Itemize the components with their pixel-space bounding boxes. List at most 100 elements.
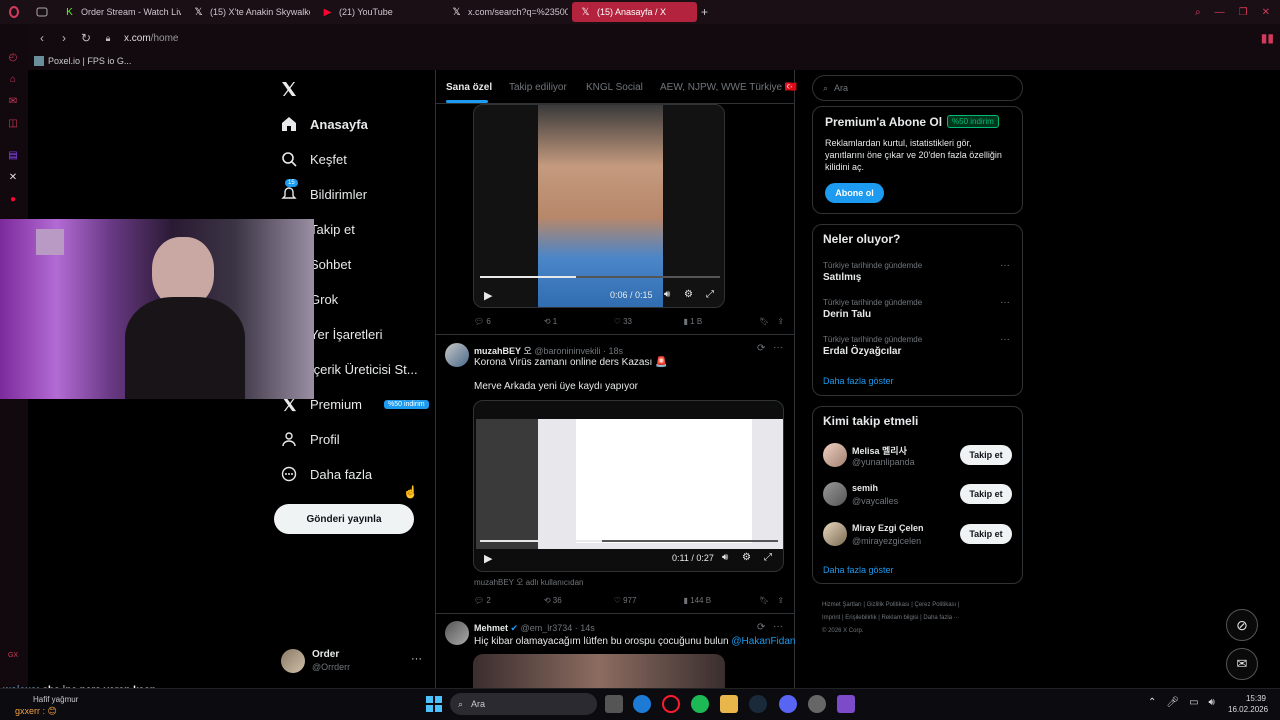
- nav-item-bell[interactable]: Bildirimler 15: [280, 179, 367, 203]
- nav-item-home[interactable]: Anasayfa: [280, 115, 368, 133]
- browser-tab[interactable]: K Order Stream - Watch Live: [56, 2, 181, 22]
- tweet2-handle[interactable]: @baronininvekili: [534, 346, 600, 356]
- twitch-icon[interactable]: ▤: [7, 150, 19, 162]
- tab-aew[interactable]: AEW, NJPW, WWE Türkiye 🇹🇷: [660, 82, 797, 93]
- spotify-icon[interactable]: [691, 695, 709, 713]
- trend-name[interactable]: Erdal Özyağcılar: [823, 346, 901, 357]
- tab-following[interactable]: Takip ediliyor: [509, 82, 567, 93]
- browser-tab[interactable]: 𝕏 (15) Anasayfa / X: [572, 2, 697, 22]
- tweet2-more-icon[interactable]: ···: [773, 342, 783, 353]
- trend-more-icon[interactable]: ···: [1000, 297, 1010, 308]
- play-icon[interactable]: ▶: [484, 552, 492, 565]
- opera-menu-icon[interactable]: [0, 6, 28, 18]
- play-icon[interactable]: ▶: [484, 289, 492, 302]
- task-view-icon[interactable]: [605, 695, 623, 713]
- taskbar-search[interactable]: ⌕ Ara: [450, 693, 597, 715]
- trend-name[interactable]: Satılmış: [823, 272, 861, 283]
- tray-chevron-icon[interactable]: ⌃: [1148, 697, 1156, 708]
- settings-icon[interactable]: ⚙: [742, 552, 751, 563]
- fullscreen-icon[interactable]: ⤢: [706, 289, 714, 300]
- nav-item-more-circle[interactable]: Daha fazla: [280, 465, 372, 483]
- views-button[interactable]: ▮ 1 B: [684, 317, 760, 326]
- footer-link[interactable]: Daha fazla ···: [923, 615, 959, 621]
- settings-icon[interactable]: ⚙: [684, 289, 693, 300]
- obs-icon[interactable]: [837, 695, 855, 713]
- forward-icon[interactable]: ›: [58, 31, 70, 45]
- tweet2-progress-track[interactable]: [480, 540, 778, 542]
- tweet2-time[interactable]: 18s: [609, 346, 624, 356]
- tweet2-video[interactable]: ▶ 0:11 / 0:27 🔊︎ ⚙ ⤢: [473, 400, 784, 572]
- follow-button[interactable]: Takip et: [960, 445, 1012, 465]
- footer-link[interactable]: Çerez Politikası: [915, 602, 957, 608]
- instagram-icon[interactable]: ◫: [7, 118, 19, 130]
- tab-manager-icon[interactable]: [28, 7, 56, 17]
- gx-corner-icon[interactable]: ◴: [7, 52, 19, 64]
- reload-icon[interactable]: ↻: [80, 31, 92, 45]
- tweet3-avatar[interactable]: [445, 621, 469, 645]
- network-icon[interactable]: ▭: [1189, 697, 1198, 708]
- browser-tab[interactable]: ▶ (21) YouTube: [314, 2, 439, 22]
- like-button[interactable]: ♡ 977: [614, 596, 684, 605]
- app-icon[interactable]: [808, 695, 826, 713]
- browser-tab[interactable]: 𝕏 (15) X'te Anakin Skywalker: [185, 2, 310, 22]
- volume-icon[interactable]: 🔊︎: [664, 289, 670, 300]
- fullscreen-icon[interactable]: ⤢: [764, 552, 772, 563]
- trend-more-icon[interactable]: ···: [1000, 260, 1010, 271]
- messages-float-icon[interactable]: ✉: [1226, 648, 1258, 680]
- trends-show-more[interactable]: Daha fazla göster: [823, 376, 894, 386]
- tab-kngl-social[interactable]: KNGL Social: [586, 82, 643, 93]
- reply-button[interactable]: 💬︎ 6: [474, 317, 544, 326]
- bookmark-icon[interactable]: 🔖︎: [759, 596, 777, 605]
- tweet2-avatar[interactable]: [445, 343, 469, 367]
- new-tab-button[interactable]: +: [701, 5, 708, 19]
- clock[interactable]: 15:39 16.02.2026: [1228, 693, 1268, 715]
- bookmark-poxel[interactable]: Poxel.io | FPS io G...: [48, 56, 131, 66]
- mention-link[interactable]: @HakanFidan: [731, 636, 795, 647]
- close-window-icon[interactable]: ✕: [1262, 7, 1270, 18]
- tab-for-you[interactable]: Sana özel: [446, 82, 492, 93]
- gx-easy-setup-icon[interactable]: ▮▮: [1261, 31, 1274, 45]
- steam-icon[interactable]: [749, 695, 767, 713]
- nav-item-search[interactable]: Keşfet: [280, 150, 347, 168]
- tweet2-credit[interactable]: muzahBEY 오 adlı kullanıcıdan: [474, 577, 584, 588]
- account-avatar[interactable]: [281, 649, 305, 673]
- account-more-icon[interactable]: ···: [411, 653, 422, 665]
- discord-icon[interactable]: [779, 695, 797, 713]
- footer-link[interactable]: Hizmet Şartları: [822, 602, 862, 608]
- search-tabs-icon[interactable]: ⌕: [1195, 7, 1201, 18]
- windows-start-icon[interactable]: [426, 696, 442, 715]
- opera-gx-icon[interactable]: [662, 695, 680, 713]
- trend-name[interactable]: Derin Talu: [823, 309, 871, 320]
- follow-button[interactable]: Takip et: [960, 484, 1012, 504]
- tweet2-name[interactable]: muzahBEY: [474, 346, 521, 356]
- share-icon[interactable]: ⇪: [777, 317, 784, 326]
- footer-link[interactable]: Gizlilik Politikası: [867, 602, 910, 608]
- post-button[interactable]: Gönderi yayınla: [274, 504, 414, 534]
- tweet1-video[interactable]: ▶ 0:06 / 0:15 🔊︎ ⚙ ⤢: [473, 104, 725, 308]
- nav-item-profile[interactable]: Profil: [280, 430, 340, 448]
- subscribe-button[interactable]: Abone ol: [825, 183, 884, 203]
- share-icon[interactable]: ⇪: [777, 596, 784, 605]
- suggest-avatar[interactable]: [823, 482, 847, 506]
- tweet3-time[interactable]: 14s: [580, 623, 595, 633]
- volume-icon[interactable]: 🔊︎: [722, 552, 728, 563]
- suggest-avatar[interactable]: [823, 522, 847, 546]
- suggest-name[interactable]: Melisa 멜리사: [852, 444, 907, 457]
- grok-icon[interactable]: ⟳: [757, 343, 765, 354]
- follow-button[interactable]: Takip et: [960, 524, 1012, 544]
- edge-icon[interactable]: [633, 695, 651, 713]
- grok-icon[interactable]: ⟳: [757, 622, 765, 633]
- gx-control-icon[interactable]: ⌂: [7, 74, 19, 86]
- retweet-button[interactable]: ⟲ 1: [544, 317, 614, 326]
- suggest-avatar[interactable]: [823, 443, 847, 467]
- minimize-icon[interactable]: —: [1215, 7, 1225, 18]
- like-button[interactable]: ♡ 33: [614, 317, 684, 326]
- tweet3-media[interactable]: [473, 654, 725, 688]
- volume-tray-icon[interactable]: 🔊︎: [1209, 697, 1215, 708]
- views-button[interactable]: ▮ 144 B: [684, 596, 760, 605]
- footer-link[interactable]: Erişilebilirlik: [845, 615, 876, 621]
- trend-more-icon[interactable]: ···: [1000, 334, 1010, 345]
- suggest-name[interactable]: Miray Ezgi Çelen: [852, 523, 924, 533]
- grok-float-icon[interactable]: ⊘: [1226, 609, 1258, 641]
- messenger-icon[interactable]: ✉: [7, 96, 19, 108]
